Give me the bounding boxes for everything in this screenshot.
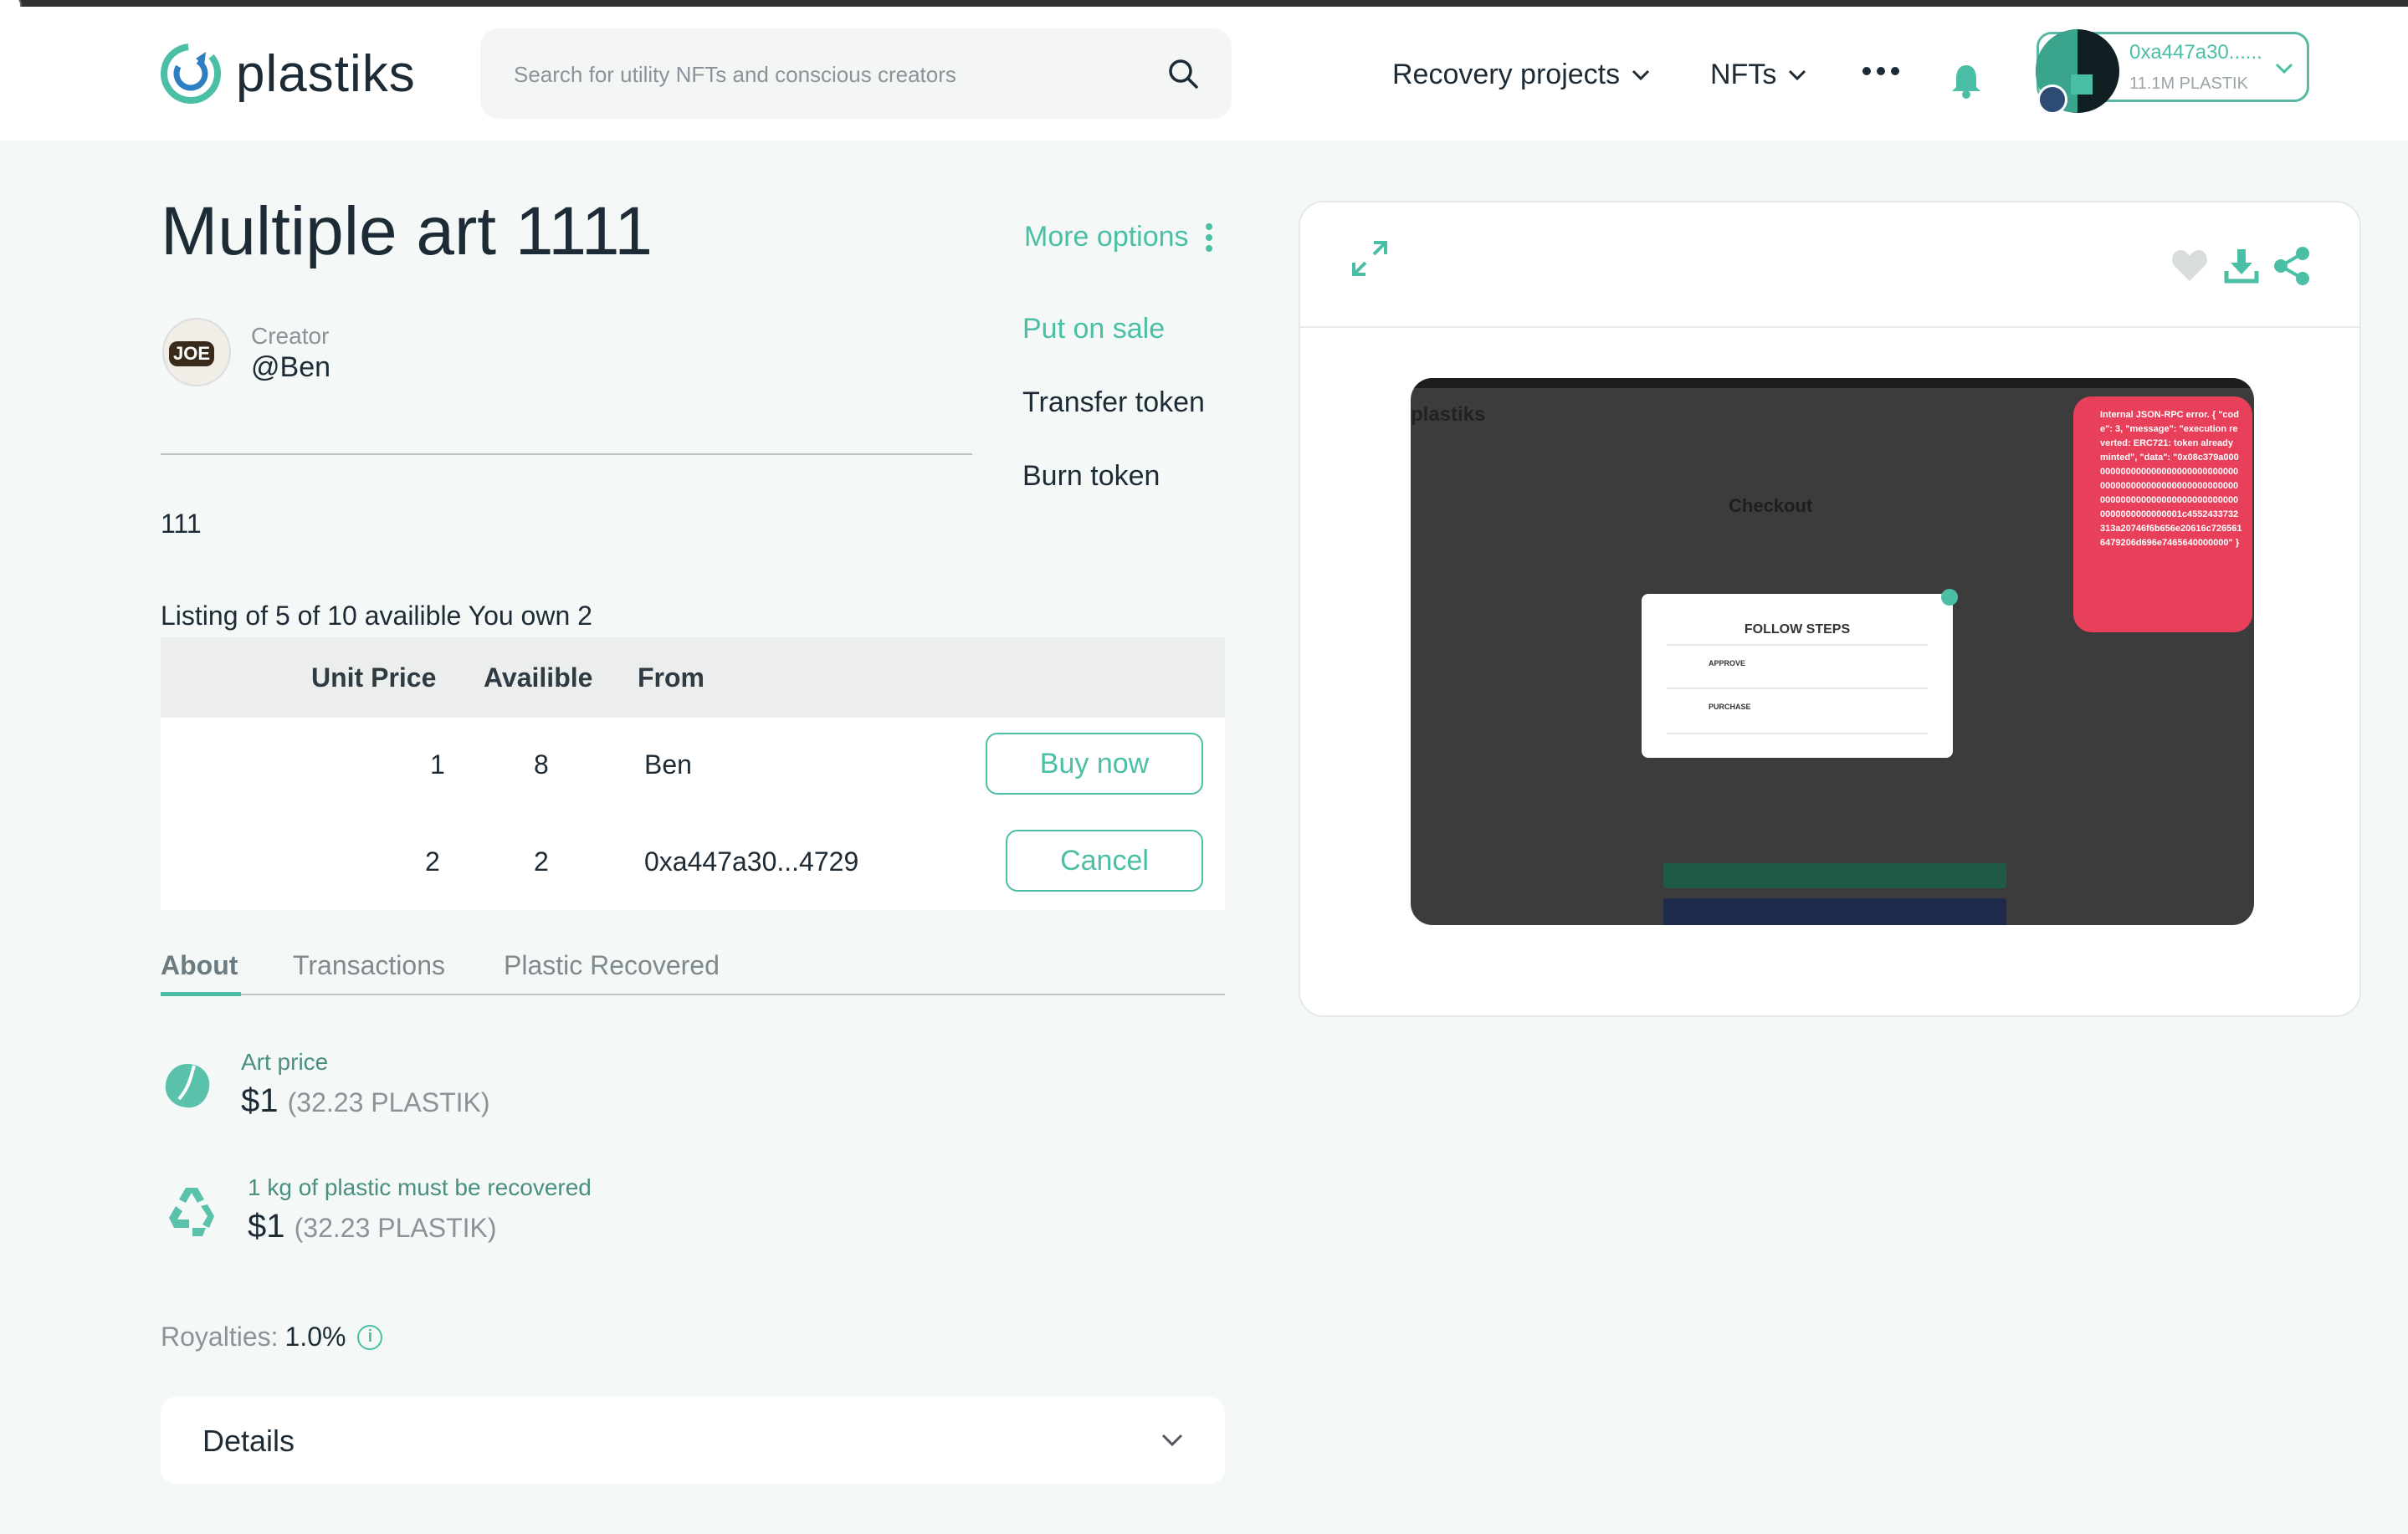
nav-nfts-label: NFTs (1710, 59, 1777, 90)
media-card: plastiks Checkout FOLLOW STEPS APPROVE P… (1299, 201, 2361, 1017)
put-on-sale-link[interactable]: Put on sale (1022, 313, 1165, 345)
more-options-button[interactable]: More options (1024, 221, 1212, 253)
wallet-balance: 11.1M PLASTIK (2129, 74, 2248, 93)
download-icon[interactable] (2224, 248, 2259, 284)
logo[interactable]: plastiks (159, 42, 416, 105)
preview-step-purchase: PURCHASE (1709, 703, 1751, 711)
preview-close-icon (1941, 589, 1958, 606)
column-header-available: Availible (484, 662, 593, 693)
details-accordion[interactable]: Details (161, 1397, 1225, 1484)
royalties: Royalties: 1.0% i (161, 1322, 383, 1352)
details-label: Details (202, 1424, 295, 1458)
divider (161, 453, 972, 455)
heart-icon[interactable] (2170, 248, 2209, 283)
burn-token-link[interactable]: Burn token (1022, 460, 1160, 493)
more-options-label: More options (1024, 221, 1189, 253)
share-icon[interactable] (2272, 246, 2311, 286)
plastic-value: $1 (32.23 PLASTIK) (248, 1208, 497, 1245)
chevron-down-icon (1632, 69, 1650, 80)
verified-badge-icon (2037, 84, 2067, 115)
art-price-usd: $1 (241, 1082, 279, 1119)
row-price: 2 (425, 846, 440, 877)
preview-modal-title: FOLLOW STEPS (1744, 622, 1851, 637)
preview-step-approve: APPROVE (1709, 659, 1746, 667)
expand-icon[interactable] (1349, 238, 1391, 279)
kebab-icon (1205, 222, 1212, 252)
art-price-plastik: (32.23 PLASTIK) (287, 1087, 490, 1117)
plastic-label: 1 kg of plastic must be recovered (248, 1174, 592, 1200)
search-bar (480, 28, 1232, 120)
preview-button-green (1663, 863, 2006, 888)
nav-recovery-label: Recovery projects (1392, 59, 1621, 90)
plastic-plastik: (32.23 PLASTIK) (294, 1213, 497, 1243)
tab-transactions[interactable]: Transactions (293, 950, 445, 981)
recycle-icon (169, 1188, 214, 1236)
row-from: Ben (644, 749, 692, 780)
art-price-label: Art price (241, 1049, 329, 1075)
chevron-down-icon (1789, 69, 1806, 80)
tab-active-indicator (161, 992, 241, 996)
nav-nfts[interactable]: NFTs (1710, 59, 1806, 91)
art-price-icon (165, 1064, 210, 1108)
transfer-token-link[interactable]: Transfer token (1022, 386, 1205, 419)
plastiks-logo-icon (161, 43, 221, 104)
preview-heading: Checkout (1729, 495, 1813, 516)
creator-label: Creator (251, 323, 330, 349)
search-icon[interactable] (1166, 57, 1200, 90)
listing-caption: Listing of 5 of 10 availible You own 2 (161, 601, 592, 631)
row-available: 2 (534, 846, 549, 877)
art-price-value: $1 (32.23 PLASTIK) (241, 1082, 490, 1120)
row-price: 1 (430, 749, 445, 780)
preview-error-toast: Internal JSON-RPC error. { "code": 3, "m… (2073, 396, 2252, 632)
card-divider (1300, 326, 2359, 328)
info-icon[interactable]: i (357, 1324, 383, 1350)
royalties-label: Royalties: (161, 1322, 279, 1352)
row-available: 8 (534, 749, 549, 780)
cancel-button[interactable]: Cancel (1006, 830, 1203, 892)
preview-logo: plastiks (1411, 403, 1486, 426)
tab-underline (161, 994, 1225, 995)
creator-name-link[interactable]: @Ben (251, 351, 330, 384)
site-header: plastiks Recovery projects NFTs 0xa447a3… (0, 7, 2408, 141)
tab-about[interactable]: About (161, 950, 238, 981)
creator-avatar-image: JOE (169, 341, 215, 366)
buy-now-button[interactable]: Buy now (986, 733, 1203, 795)
page-title: Multiple art 1111 (161, 193, 653, 269)
tab-bar: About Transactions Plastic Recovered (161, 947, 1225, 999)
wallet-button[interactable]: 0xa447a30...... 11.1M PLASTIK (2036, 29, 2309, 115)
listings-table: Unit Price Availible From 1 8 Ben Buy no… (161, 637, 1225, 910)
nft-image[interactable]: plastiks Checkout FOLLOW STEPS APPROVE P… (1411, 378, 2254, 925)
column-header-unit-price: Unit Price (311, 662, 437, 693)
preview-browser-strip (1411, 378, 2254, 388)
search-input[interactable] (512, 28, 1151, 120)
column-header-from: From (638, 662, 704, 693)
bell-icon[interactable] (1949, 62, 1983, 99)
more-menu-icon[interactable] (1862, 67, 1899, 75)
plastic-usd: $1 (248, 1208, 285, 1245)
wallet-address: 0xa447a30...... (2129, 41, 2262, 64)
royalties-value: 1.0% (284, 1322, 346, 1352)
nft-description: 111 (161, 509, 202, 539)
logo-text: plastiks (236, 44, 416, 103)
creator-avatar[interactable]: JOE (162, 318, 231, 386)
table-header: Unit Price Availible From (161, 637, 1225, 718)
tab-plastic-recovered[interactable]: Plastic Recovered (504, 950, 720, 981)
row-from: 0xa447a30...4729 (644, 846, 859, 877)
browser-top-strip (0, 0, 2408, 7)
chevron-down-icon (1161, 1434, 1183, 1447)
preview-button-navy (1663, 898, 2006, 925)
nav-recovery-projects[interactable]: Recovery projects (1392, 59, 1650, 91)
preview-modal: FOLLOW STEPS APPROVE PURCHASE (1642, 589, 1958, 758)
chevron-down-icon (2275, 63, 2293, 74)
